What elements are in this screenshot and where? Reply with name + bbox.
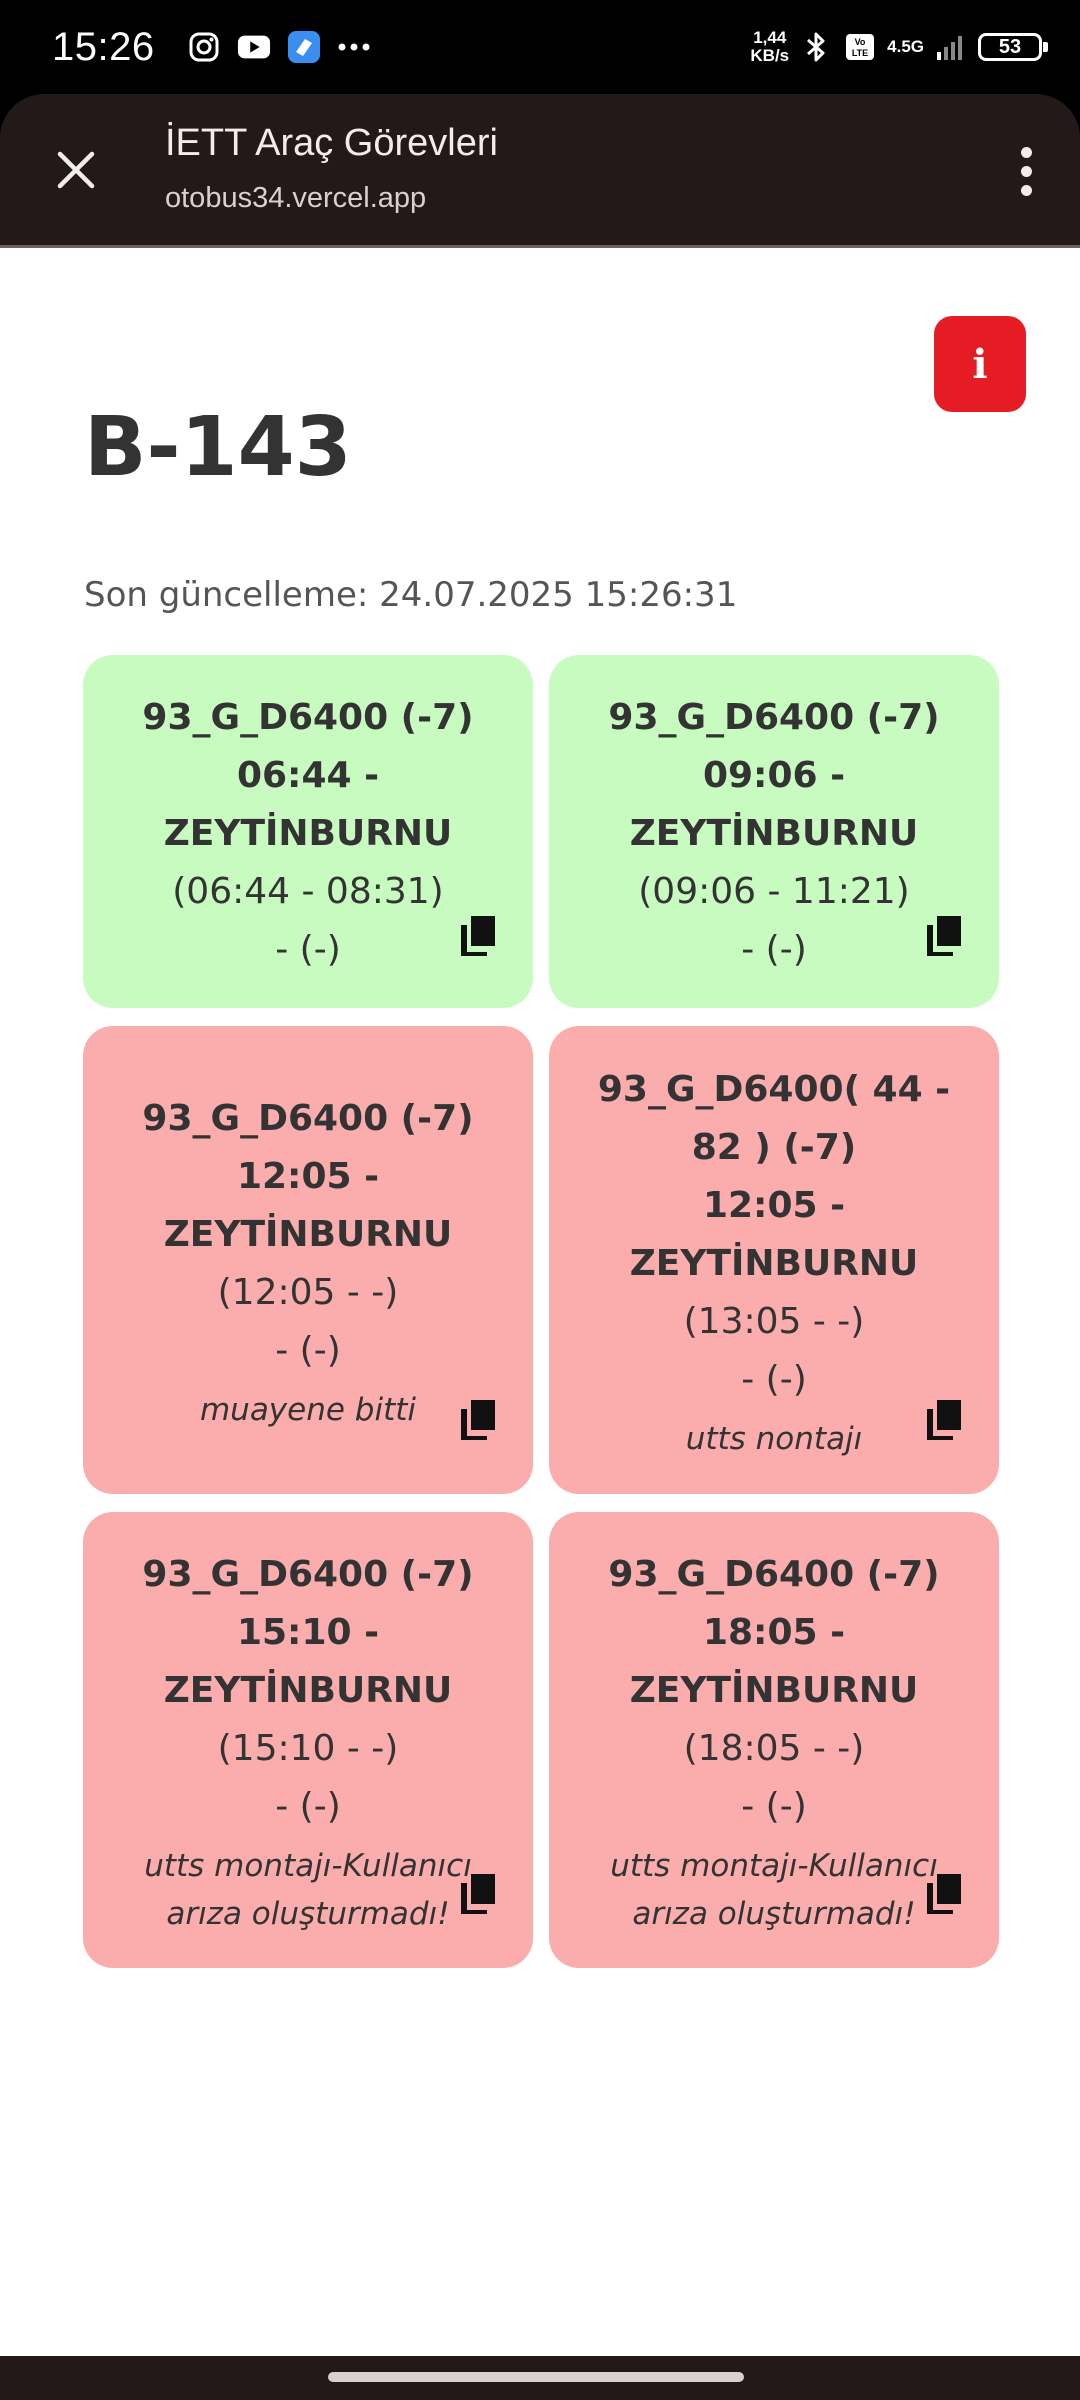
status-right: 1,44 KB/s Vo LTE 4.5G 53	[750, 29, 1048, 65]
card-extra: - (-)	[275, 1330, 341, 1371]
card-extra: - (-)	[275, 1786, 341, 1827]
card-time-range: (09:06 - 11:21)	[638, 870, 910, 912]
status-time: 15:26	[52, 24, 155, 69]
network-speed: 1,44 KB/s	[750, 29, 789, 65]
page-title: B-143	[84, 400, 352, 495]
task-card: 93_G_D6400 (-7) 09:06 - ZEYTİNBURNU (09:…	[549, 655, 999, 1008]
task-card: 93_G_D6400 (-7) 12:05 - ZEYTİNBURNU (12:…	[83, 1026, 533, 1494]
card-destination: ZEYTİNBURNU	[163, 812, 453, 854]
task-card-grid: 93_G_D6400 (-7) 06:44 - ZEYTİNBURNU (06:…	[83, 655, 999, 1968]
card-destination: ZEYTİNBURNU	[629, 1243, 919, 1284]
copy-icon[interactable]	[925, 1872, 963, 1916]
speed-unit: KB/s	[750, 46, 790, 65]
last-update-text: Son güncelleme: 24.07.2025 15:26:31	[84, 575, 738, 615]
card-extra: - (-)	[275, 928, 341, 970]
card-time: 06:44 -	[236, 754, 380, 796]
copy-icon[interactable]	[925, 1398, 963, 1442]
card-route: 93_G_D6400 (-7)	[142, 696, 474, 738]
close-button[interactable]	[48, 142, 104, 198]
copy-icon[interactable]	[925, 914, 963, 958]
card-destination: ZEYTİNBURNU	[163, 1670, 453, 1711]
menu-dot	[1020, 165, 1032, 177]
card-destination: ZEYTİNBURNU	[629, 812, 919, 854]
card-extra: - (-)	[741, 1786, 807, 1827]
signal-icon	[934, 30, 968, 64]
task-card: 93_G_D6400 (-7) 15:10 - ZEYTİNBURNU (15:…	[83, 1512, 533, 1968]
speed-value: 1,44	[753, 28, 787, 47]
card-note: utts nontajı	[685, 1421, 863, 1457]
more-icon	[337, 30, 371, 64]
menu-dot	[1020, 146, 1032, 158]
card-time: 12:05 -	[702, 1185, 846, 1226]
copy-icon[interactable]	[459, 1872, 497, 1916]
card-time-range: (18:05 - -)	[683, 1728, 865, 1769]
card-note: muayene bitti	[199, 1392, 417, 1428]
info-button[interactable]: i	[934, 316, 1026, 412]
task-card: 93_G_D6400 (-7) 06:44 - ZEYTİNBURNU (06:…	[83, 655, 533, 1008]
close-icon	[57, 151, 95, 189]
svg-text:Vo: Vo	[855, 37, 866, 47]
card-destination: ZEYTİNBURNU	[629, 1670, 919, 1711]
status-bar: 15:26 1,44 KB/s Vo LTE 4.5G 53	[0, 0, 1080, 94]
card-route: 93_G_D6400 (-7)	[142, 1098, 474, 1139]
card-time-range: (13:05 - -)	[683, 1301, 865, 1342]
card-extra: - (-)	[741, 1359, 807, 1400]
card-time-range: (15:10 - -)	[217, 1728, 399, 1769]
app-icon	[287, 30, 321, 64]
card-time: 18:05 -	[702, 1612, 846, 1653]
menu-dot	[1020, 184, 1032, 196]
instagram-icon	[187, 30, 221, 64]
svg-text:LTE: LTE	[852, 48, 868, 58]
card-route: 93_G_D6400( 44 - 82 ) (-7)	[597, 1069, 951, 1168]
card-note: utts montajı-Kullanıcı arıza oluşturmadı…	[610, 1848, 938, 1932]
task-card: 93_G_D6400( 44 - 82 ) (-7) 12:05 - ZEYTİ…	[549, 1026, 999, 1494]
copy-icon[interactable]	[459, 914, 497, 958]
card-time: 09:06 -	[702, 754, 846, 796]
card-extra: - (-)	[741, 928, 807, 970]
task-card: 93_G_D6400 (-7) 18:05 - ZEYTİNBURNU (18:…	[549, 1512, 999, 1968]
card-route: 93_G_D6400 (-7)	[142, 1554, 474, 1595]
card-destination: ZEYTİNBURNU	[163, 1214, 453, 1255]
network-type: 4.5G	[887, 37, 924, 56]
card-time-range: (12:05 - -)	[217, 1272, 399, 1313]
card-note: utts montajı-Kullanıcı arıza oluşturmadı…	[144, 1848, 472, 1932]
volte-icon: Vo LTE	[843, 30, 877, 64]
toolbar-title: İETT Araç Görevleri	[165, 122, 498, 164]
card-time: 12:05 -	[236, 1156, 380, 1197]
overflow-menu-button[interactable]	[1002, 139, 1050, 203]
card-time-range: (06:44 - 08:31)	[172, 870, 444, 912]
card-route: 93_G_D6400 (-7)	[608, 696, 940, 738]
browser-toolbar: İETT Araç Görevleri otobus34.vercel.app	[0, 94, 1080, 248]
bluetooth-icon	[799, 30, 833, 64]
home-indicator[interactable]	[328, 2372, 744, 2382]
gesture-nav-bar	[0, 2356, 1080, 2400]
toolbar-url[interactable]: otobus34.vercel.app	[165, 182, 426, 215]
youtube-icon	[237, 30, 271, 64]
notification-icons	[187, 30, 371, 64]
copy-icon[interactable]	[459, 1398, 497, 1442]
battery-indicator: 53	[978, 33, 1048, 61]
card-route: 93_G_D6400 (-7)	[608, 1554, 940, 1595]
card-time: 15:10 -	[236, 1612, 380, 1653]
